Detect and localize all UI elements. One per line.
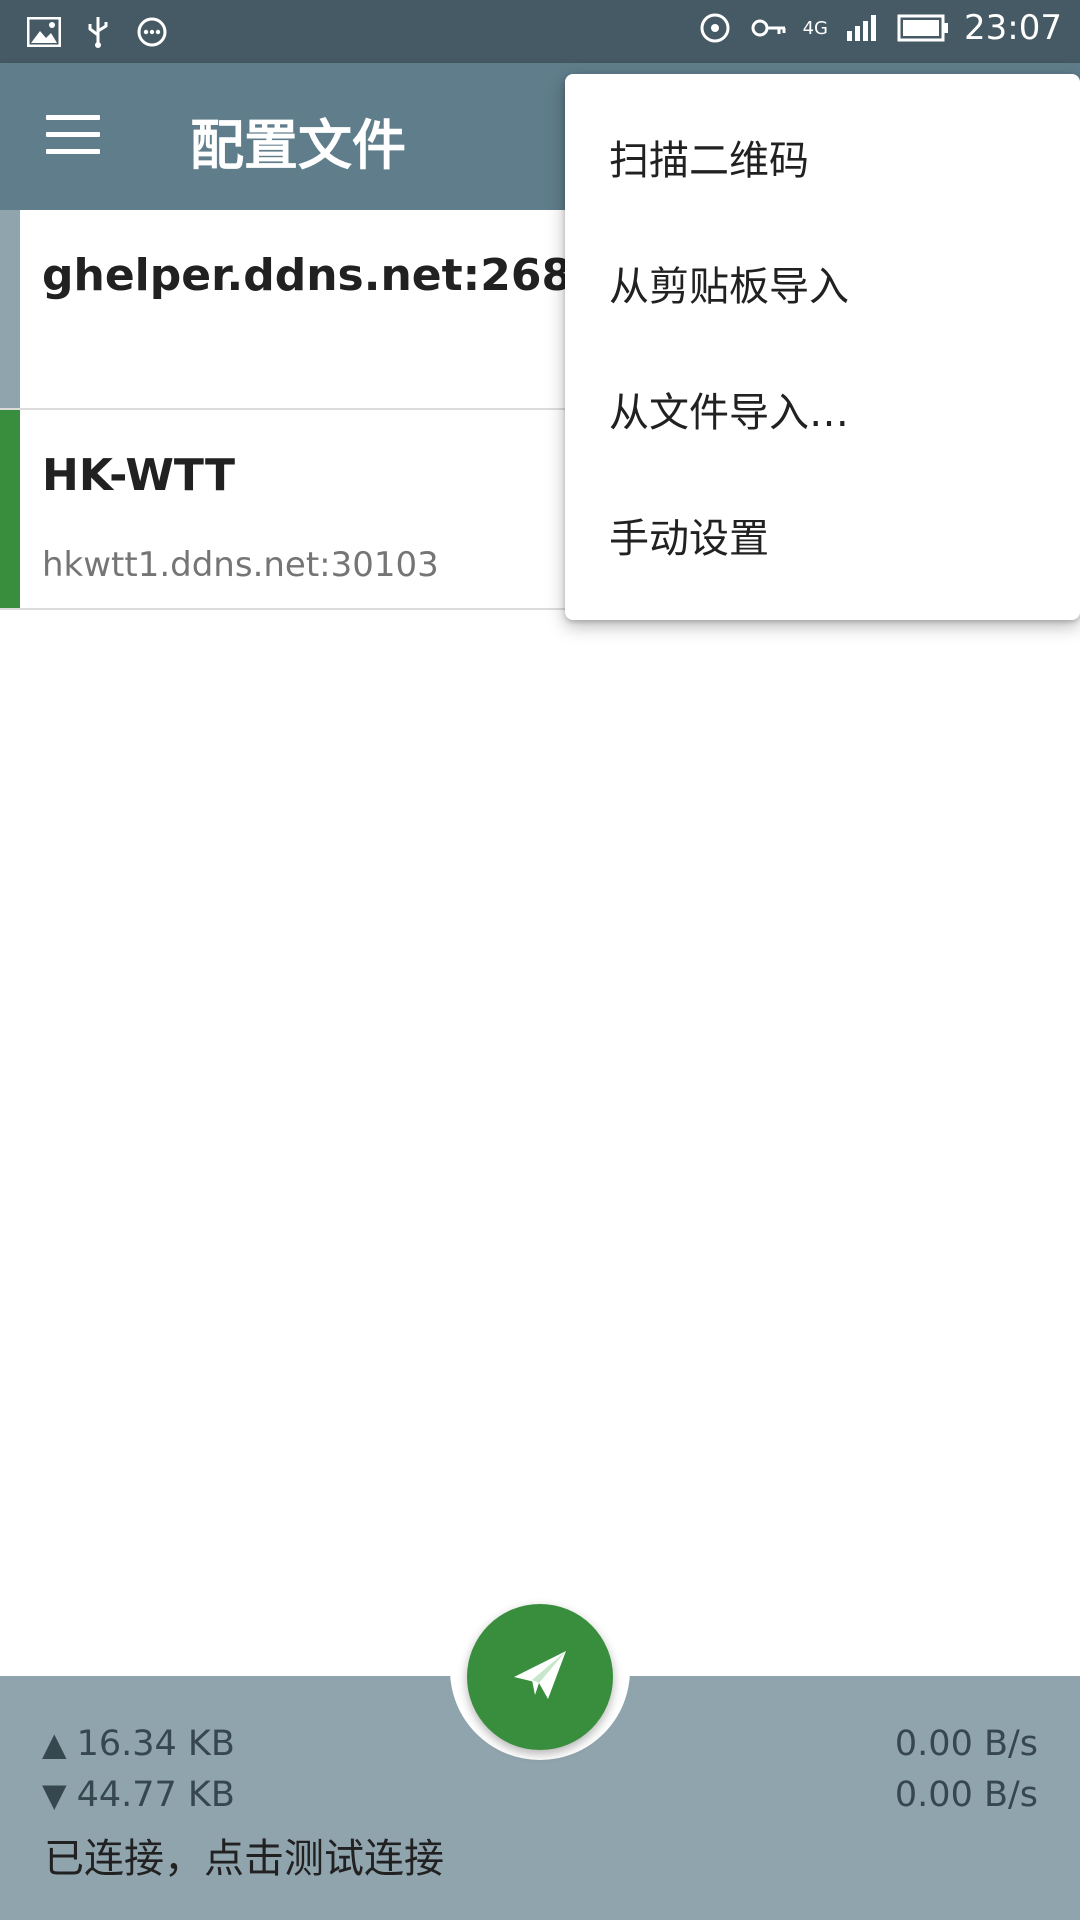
profile-name: ghelper.ddns.net:26854 (42, 250, 634, 301)
hamburger-menu-icon[interactable] (46, 115, 100, 159)
usb-icon (78, 12, 118, 52)
profile-status-indicator (0, 210, 20, 408)
clock: 23:07 (964, 8, 1062, 48)
upload-total-value: 16.34 KB (76, 1724, 235, 1764)
more-icon (132, 12, 172, 52)
sync-icon (695, 8, 735, 48)
status-bar: 4G 23:07 (0, 0, 1080, 63)
menu-item-scan-qr[interactable]: 扫描二维码 (565, 94, 1080, 220)
upload-total: ▲ 16.34 KB (42, 1724, 235, 1764)
battery-icon (896, 8, 950, 48)
profile-status-indicator (0, 410, 20, 608)
signal-icon (842, 8, 882, 48)
download-rate: 0.00 B/s (894, 1775, 1038, 1815)
page-title: 配置文件 (190, 114, 406, 177)
network-type: 4G (802, 17, 829, 39)
profile-server: hkwtt1.ddns.net:30103 (42, 545, 439, 585)
key-icon (749, 8, 789, 48)
arrow-down-icon: ▼ (42, 1776, 67, 1814)
download-total-value: 44.77 KB (76, 1775, 235, 1815)
menu-item-manual-setup[interactable]: 手动设置 (565, 472, 1080, 598)
connection-status[interactable]: 已连接，点击测试连接 (44, 1826, 444, 1884)
connect-fab[interactable] (467, 1604, 613, 1750)
arrow-up-icon: ▲ (42, 1725, 67, 1763)
paper-plane-icon (508, 1643, 572, 1711)
menu-item-import-file[interactable]: 从文件导入… (565, 346, 1080, 472)
upload-rate: 0.00 B/s (894, 1724, 1038, 1764)
profile-name: HK-WTT (42, 450, 235, 501)
menu-item-import-clipboard[interactable]: 从剪贴板导入 (565, 220, 1080, 346)
download-total: ▼ 44.77 KB (42, 1775, 235, 1815)
image-icon (24, 12, 64, 52)
overflow-menu: 扫描二维码 从剪贴板导入 从文件导入… 手动设置 (565, 74, 1080, 620)
